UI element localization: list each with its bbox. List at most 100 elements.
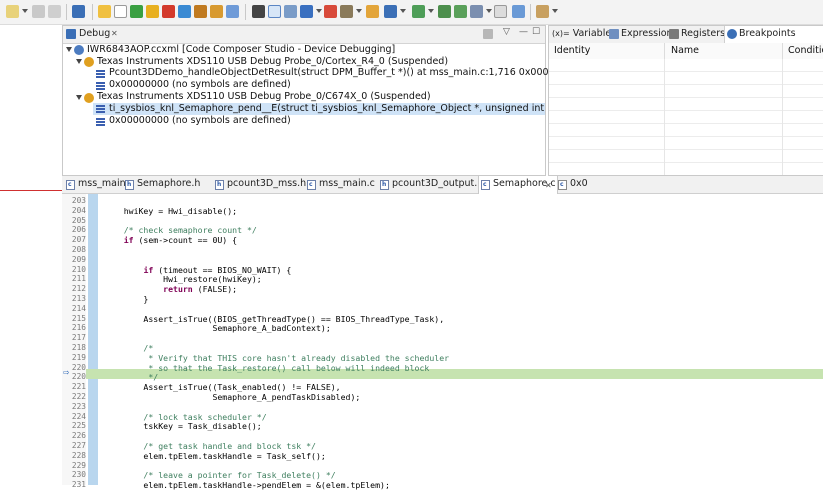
code-line[interactable]: elem.tpElem.taskHandle->pendElem = &(ele… — [104, 480, 389, 490]
line-number: 219 — [71, 352, 86, 362]
code-line[interactable]: * Verify that THIS core hasn't already d… — [104, 353, 449, 363]
restart-icon[interactable] — [226, 5, 239, 18]
step-into-icon[interactable] — [178, 5, 191, 18]
code-line[interactable]: } — [104, 294, 148, 304]
column-identity[interactable]: Identity — [554, 45, 590, 56]
code-line[interactable]: /* leave a pointer for Task_delete() */ — [104, 470, 335, 480]
code-line[interactable]: /* get task handle and block tsk */ — [104, 441, 316, 451]
line-number: 229 — [71, 460, 86, 470]
editor-tab[interactable]: pcount3D_mss.h — [227, 178, 306, 192]
line-number: 206 — [71, 225, 86, 235]
link-icon[interactable] — [470, 5, 483, 18]
console-icon[interactable] — [494, 5, 507, 18]
save-icon[interactable] — [32, 5, 45, 18]
code-line[interactable]: Semaphore_A_badContext); — [104, 323, 330, 333]
code-line[interactable]: /* lock task scheduler */ — [104, 412, 266, 422]
expand-toggle-icon[interactable] — [76, 95, 82, 100]
code-line[interactable]: /* check semaphore count */ — [104, 225, 257, 235]
tools-icon[interactable] — [340, 5, 353, 18]
expand-toggle-icon[interactable] — [76, 59, 82, 64]
code-line[interactable]: Assert_isTrue((Task_enabled() != FALSE), — [104, 382, 340, 392]
connect-icon[interactable] — [284, 5, 297, 18]
terminate-icon[interactable] — [162, 5, 175, 18]
editor-tab[interactable]: mss_main.c — [319, 178, 375, 192]
breakpoints-table-body — [549, 59, 823, 175]
tree-item-frame[interactable]: 0x00000000 (no symbols are defined) — [109, 115, 291, 127]
editor-tab[interactable]: pcount3D_output.h — [392, 178, 483, 192]
tab-variables[interactable]: (x)= Variables — [552, 28, 616, 39]
remove-terminated-icon[interactable] — [483, 29, 493, 39]
step-over-icon[interactable] — [194, 5, 207, 18]
line-number: 218 — [71, 343, 86, 352]
stack-frame-icon — [96, 118, 105, 126]
tree-item-frame-selected[interactable]: ti_sysbios_knl_Semaphore_pend__E(struct … — [109, 103, 545, 115]
code-line[interactable]: Assert_isTrue((BIOS_getThreadType() == B… — [104, 314, 444, 324]
new-dropdown-icon[interactable] — [22, 9, 28, 13]
load-program-icon[interactable] — [300, 5, 313, 18]
close-icon[interactable]: ✕ — [545, 181, 552, 190]
maximize-icon[interactable]: ☐ — [532, 27, 540, 37]
debug-panel: Debug ✕ ▽ — ☐ IWR6843AOP.ccxml [Code Com… — [62, 25, 579, 176]
build-icon[interactable] — [366, 5, 379, 18]
debug-config-icon[interactable] — [384, 5, 397, 18]
line-number: 205 — [71, 215, 86, 225]
resume-icon[interactable] — [130, 5, 143, 18]
minimize-icon[interactable]: — — [519, 27, 528, 37]
editor-tab[interactable]: 0x0 — [570, 178, 588, 192]
code-line[interactable]: return (FALSE); — [104, 284, 237, 294]
instruction-step-icon[interactable] — [268, 5, 281, 18]
open-icon[interactable] — [98, 5, 111, 18]
expand-toggle-icon[interactable] — [66, 47, 72, 52]
code-line[interactable]: elem.tpElem.taskHandle = Task_self(); — [104, 451, 325, 461]
line-number: 220 — [71, 372, 86, 382]
tree-item-core-c674x[interactable]: Texas Instruments XDS110 USB Debug Probe… — [97, 91, 431, 103]
profile-icon[interactable] — [454, 5, 467, 18]
debug-tabbar: Debug ✕ ▽ — ☐ — [63, 26, 545, 44]
new-icon[interactable] — [6, 5, 19, 18]
code-line[interactable]: */ — [104, 372, 158, 382]
tree-item-frame[interactable]: Pcount3DDemo_handleObjectDetResult(struc… — [109, 67, 579, 79]
stack-frame-icon — [96, 70, 105, 78]
tab-debug[interactable]: Debug — [79, 28, 110, 39]
line-number: 207 — [71, 235, 86, 245]
save-all-icon[interactable] — [48, 5, 61, 18]
step-return-icon[interactable] — [210, 5, 223, 18]
document-icon[interactable] — [114, 5, 127, 18]
line-number: 217 — [71, 333, 86, 343]
column-condition[interactable]: Condition — [788, 45, 823, 56]
line-number: 216 — [71, 323, 86, 333]
line-number: 210 — [71, 264, 86, 274]
column-name[interactable]: Name — [671, 45, 699, 56]
h-file-icon: h — [380, 180, 389, 190]
code-line[interactable]: Hwi_restore(hwiKey); — [104, 274, 262, 284]
code-line[interactable]: tskKey = Task_disable(); — [104, 421, 261, 431]
suspend-icon[interactable] — [146, 5, 159, 18]
code-line[interactable]: /* — [104, 343, 153, 353]
h-file-icon: h — [125, 180, 134, 190]
view-menu-icon[interactable]: ▽ — [503, 27, 510, 37]
code-line[interactable]: hwiKey = Hwi_disable(); — [104, 206, 237, 216]
code-line[interactable]: * so that the Task_restore() call below … — [104, 363, 429, 373]
code-line[interactable]: Semaphore_A_pendTaskDisabled); — [104, 392, 360, 402]
pin-icon[interactable] — [536, 5, 549, 18]
memory-grid-icon[interactable] — [252, 5, 265, 18]
close-icon[interactable]: ✕ — [111, 29, 118, 38]
debug-view-icon[interactable] — [72, 5, 85, 18]
c-file-icon: c — [66, 180, 75, 190]
external-tools-icon[interactable] — [438, 5, 451, 18]
line-number: 222 — [71, 392, 86, 401]
tree-item-frame[interactable]: 0x00000000 (no symbols are defined) — [109, 79, 291, 91]
debug-tab-icon — [66, 29, 76, 39]
main-toolbar — [0, 0, 823, 25]
tab-breakpoints[interactable]: Breakpoints — [739, 28, 796, 39]
core-thread-icon — [84, 57, 94, 67]
breakpoint-icon[interactable] — [324, 5, 337, 18]
line-number: 208 — [71, 245, 86, 254]
editor-tab[interactable]: Semaphore.h — [137, 178, 200, 192]
run-icon[interactable] — [412, 5, 425, 18]
search-icon[interactable] — [512, 5, 525, 18]
tree-item-launch[interactable]: IWR6843AOP.ccxml [Code Composer Studio -… — [87, 44, 395, 56]
code-line[interactable]: if (timeout == BIOS_NO_WAIT) { — [104, 265, 291, 275]
code-line[interactable]: if (sem->count == 0U) { — [104, 235, 237, 245]
tab-registers[interactable]: Registers — [681, 28, 725, 39]
